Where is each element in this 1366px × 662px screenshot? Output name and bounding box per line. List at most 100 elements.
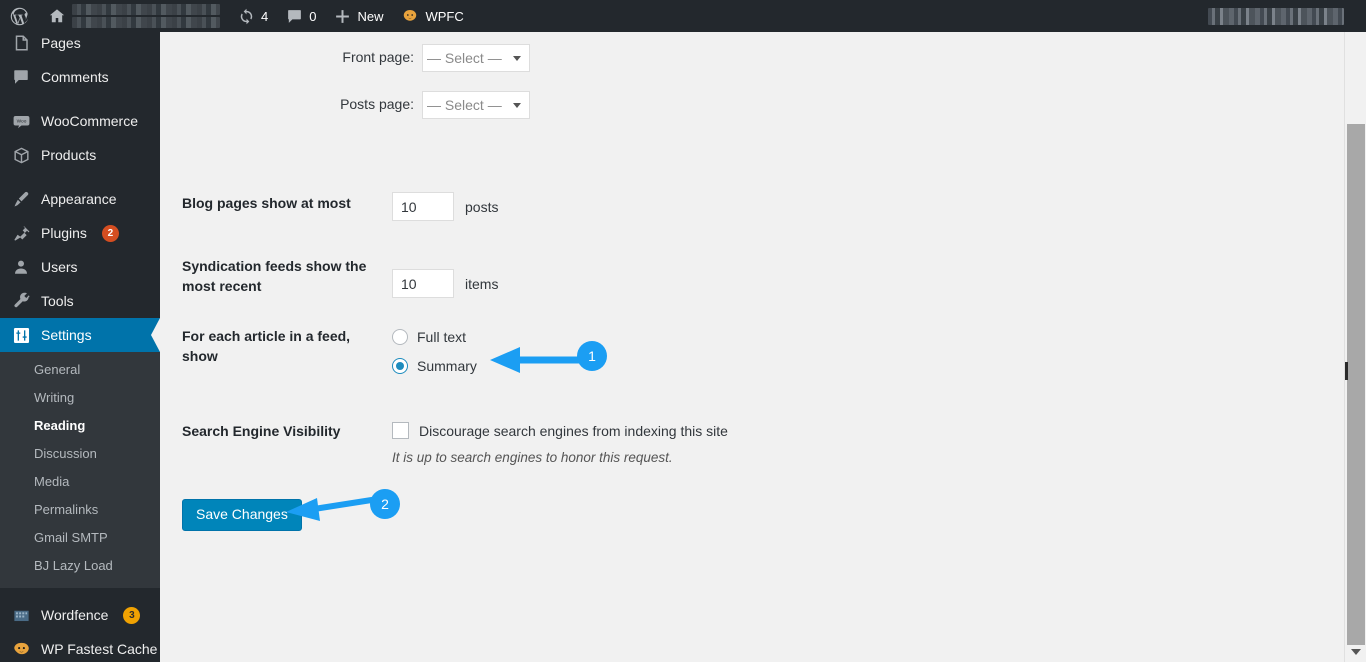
front-page-select-wrap[interactable]: — Select — [422,44,530,72]
summary-radio-icon[interactable] [392,358,408,374]
submenu-item-writing[interactable]: Writing [0,384,160,412]
wpfc-menu[interactable]: WPFC [392,0,472,32]
sidebar-label-wp-fastest-cache: WP Fastest Cache [41,641,158,657]
scrollbar-thumb[interactable] [1347,124,1365,645]
pages-icon [11,33,31,53]
sidebar-label-woocommerce: WooCommerce [41,113,138,129]
comments-count: 0 [309,8,317,24]
sidebar-item-users[interactable]: Users [0,250,160,284]
submenu-item-reading[interactable]: Reading [0,412,160,440]
plugins-update-badge: 2 [101,224,119,242]
annotation-badge-1: 1 [577,341,607,371]
scrollbar-position-tick [1345,362,1348,380]
site-name-menu[interactable] [39,0,229,32]
search-visibility-row: Search Engine Visibility Discourage sear… [160,402,1344,483]
updates-count: 4 [261,8,269,24]
plus-icon [334,8,351,25]
wordfence-icon [11,605,31,625]
syndication-label: Syndication feeds show the most recent [182,258,367,294]
svg-text:Woo: Woo [16,118,26,124]
syndication-unit: items [465,275,499,292]
sidebar-item-settings[interactable]: Settings [0,318,160,352]
tools-wrench-icon [11,291,31,311]
discourage-search-engines-checkbox-row[interactable]: Discourage search engines from indexing … [392,422,1334,439]
submenu-item-gmail-smtp[interactable]: Gmail SMTP [0,524,160,552]
scrollbar-down-arrow[interactable] [1345,642,1366,662]
wp-logo-menu[interactable] [0,0,39,32]
syndication-input[interactable] [392,269,454,298]
page-scrollbar[interactable] [1344,32,1366,662]
submenu-item-permalinks[interactable]: Permalinks [0,496,160,524]
sidebar-separator-3 [0,588,160,598]
sidebar-item-appearance[interactable]: Appearance [0,182,160,216]
posts-page-row: Posts page: — Select — [160,91,1344,119]
sidebar-label-tools: Tools [41,293,74,309]
feed-show-row: For each article in a feed, show Full te… [160,307,1344,392]
sidebar-label-comments: Comments [41,69,109,85]
appearance-brush-icon [11,189,31,209]
new-content-menu[interactable]: New [325,0,392,32]
annotation-badge-2: 2 [370,489,400,519]
front-page-row: Front page: — Select — [160,44,1344,72]
admin-bar: 4 0 New WPFC [0,0,1366,32]
sidebar-label-products: Products [41,147,97,163]
syndication-row: Syndication feeds show the most recent i… [160,237,1344,316]
comment-bubble-icon [286,8,303,25]
blog-pages-unit: posts [465,198,499,215]
posts-page-select-wrap[interactable]: — Select — [422,91,530,119]
new-label: New [357,8,384,24]
sidebar-item-products[interactable]: Products [0,138,160,172]
submenu-item-discussion[interactable]: Discussion [0,440,160,468]
posts-page-select[interactable]: — Select — [422,91,530,119]
wp-fastest-cache-icon [401,7,419,25]
main-content: Front page: — Select — Posts page: — Sel… [160,32,1344,662]
chevron-down-icon [1351,649,1361,655]
sidebar-item-pages[interactable]: Pages [0,32,160,60]
discourage-label: Discourage search engines from indexing … [419,422,728,439]
blog-pages-label: Blog pages show at most [182,195,351,211]
save-changes-button[interactable]: Save Changes [182,499,302,532]
woocommerce-icon: Woo [11,111,31,131]
sidebar-item-wordfence[interactable]: Wordfence 3 [0,598,160,632]
search-visibility-hint: It is up to search engines to honor this… [392,450,673,465]
account-menu[interactable] [1208,0,1344,32]
sidebar-separator [0,94,160,104]
full-text-label: Full text [417,329,467,345]
discourage-checkbox-icon[interactable] [392,422,409,439]
sidebar-item-woocommerce[interactable]: Woo WooCommerce [0,104,160,138]
save-button-wrap: Save Changes [182,499,302,532]
sidebar-label-pages: Pages [41,35,81,51]
sidebar-label-wordfence: Wordfence [41,607,109,623]
full-text-radio-icon[interactable] [392,329,408,345]
sidebar-separator-2 [0,172,160,182]
sidebar-label-settings: Settings [41,327,92,343]
settings-submenu: General Writing Reading Discussion Media… [0,352,160,588]
feed-show-label: For each article in a feed, show [182,328,351,364]
search-visibility-label: Search Engine Visibility [182,423,341,439]
front-page-select[interactable]: — Select — [422,44,530,72]
submenu-item-bj-lazy-load[interactable]: BJ Lazy Load [0,552,160,580]
sidebar-item-wp-fastest-cache[interactable]: WP Fastest Cache [0,632,160,662]
submenu-item-media[interactable]: Media [0,468,160,496]
radio-summary[interactable]: Summary [392,358,1334,374]
users-person-icon [11,257,31,277]
wp-fastest-cache-icon [11,639,31,659]
radio-full-text[interactable]: Full text [392,329,1334,345]
comments-menu[interactable]: 0 [277,0,325,32]
home-icon [48,7,66,25]
front-page-label: Front page: [342,49,414,65]
sidebar-item-tools[interactable]: Tools [0,284,160,318]
sidebar-item-comments[interactable]: Comments [0,60,160,94]
posts-page-label: Posts page: [340,96,414,112]
updates-refresh-icon [238,8,255,25]
blog-pages-input[interactable] [392,192,454,221]
sidebar-item-plugins[interactable]: Plugins 2 [0,216,160,250]
sidebar-label-users: Users [41,259,78,275]
submenu-item-general[interactable]: General [0,356,160,384]
sidebar-label-plugins: Plugins [41,225,87,241]
wordpress-logo-icon [9,6,30,27]
admin-sidebar: Pages Comments Woo WooCommerce Products … [0,32,160,662]
updates-menu[interactable]: 4 [229,0,277,32]
settings-sliders-icon [11,325,31,345]
wpfc-label: WPFC [425,8,464,24]
